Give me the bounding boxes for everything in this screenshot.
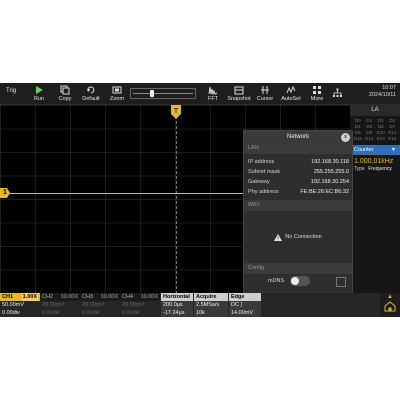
snapshot-icon bbox=[234, 86, 244, 95]
config-section-header: Config bbox=[244, 263, 352, 274]
toolbar: Trig Run Copy Default Zoom FFT Snapshot bbox=[0, 83, 400, 105]
la-channel-7[interactable]: D7 bbox=[387, 124, 399, 129]
zoom-icon bbox=[112, 86, 122, 94]
memory-timeline[interactable] bbox=[130, 88, 196, 99]
close-icon[interactable]: × bbox=[341, 132, 350, 142]
sample-rate: 2.5MSa/s bbox=[196, 302, 220, 308]
counter-value: 1.000,01kHz bbox=[354, 158, 394, 165]
trigger-marker-label: T bbox=[174, 108, 179, 115]
mask-value: 255.255.255.0 bbox=[313, 169, 349, 175]
la-channel-9[interactable]: D9 bbox=[364, 130, 376, 135]
acquire-box[interactable]: Acquire 2.5MSa/s 10k bbox=[194, 293, 228, 317]
la-channel-3[interactable]: D3 bbox=[387, 118, 399, 123]
clock-date: 2024/10/11 bbox=[368, 92, 396, 98]
cursor-button[interactable]: Cursor bbox=[252, 83, 278, 104]
trigger-position-line bbox=[176, 106, 177, 294]
trigger-position-marker[interactable]: T bbox=[171, 105, 181, 119]
mdns-toggle[interactable] bbox=[290, 276, 310, 286]
copy-button[interactable]: Copy bbox=[52, 83, 78, 104]
ch3-box[interactable]: CH3 10.00X 20.00mV 0.00div bbox=[80, 293, 120, 317]
network-icon[interactable] bbox=[332, 88, 343, 98]
fft-button[interactable]: FFT bbox=[200, 83, 226, 104]
copy-icon bbox=[60, 85, 70, 95]
autoset-icon bbox=[286, 85, 296, 94]
trigger-level: 14.00mV bbox=[231, 310, 254, 316]
ip-row: IP address 192.168.30.118 bbox=[248, 159, 349, 165]
ch2-box[interactable]: CH2 10.00X 20.00mV 0.00div bbox=[40, 293, 80, 317]
fft-icon bbox=[208, 86, 218, 95]
run-button[interactable]: Run bbox=[26, 83, 52, 104]
la-channel-8[interactable]: D8 bbox=[352, 130, 364, 135]
snapshot-button[interactable]: Snapshot bbox=[226, 83, 252, 104]
horizontal-offset: -17.24µs bbox=[163, 310, 185, 316]
timebase-value: 200.0µs bbox=[163, 302, 183, 308]
ch1-scale: 50.00mV bbox=[2, 302, 25, 308]
home-button[interactable]: ▲ bbox=[380, 293, 400, 317]
oscilloscope-screen: Trig Run Copy Default Zoom FFT Snapshot bbox=[0, 83, 400, 317]
autoset-button[interactable]: AutoSet bbox=[278, 83, 304, 104]
edge-trigger-box[interactable]: Edge DC ∫ 14.00mV bbox=[229, 293, 261, 317]
lan-section-header: LAN bbox=[244, 143, 352, 154]
toggle-thumb bbox=[291, 277, 299, 285]
warning-icon bbox=[274, 233, 283, 241]
trigger-coupling: DC ∫ bbox=[231, 302, 242, 308]
la-channel-11[interactable]: D11 bbox=[387, 130, 399, 135]
reset-icon bbox=[87, 86, 95, 94]
la-channel-14[interactable]: D14 bbox=[375, 136, 387, 141]
dialog-title: Network × bbox=[244, 131, 352, 143]
wifi-status: No Connection bbox=[244, 211, 352, 263]
trig-label[interactable]: Trig bbox=[6, 88, 16, 94]
grid-menu-icon bbox=[313, 86, 321, 94]
wifi-section-header: WiFi bbox=[244, 200, 352, 211]
play-icon bbox=[36, 86, 43, 94]
home-icon bbox=[384, 301, 396, 312]
mask-row: Subnet mask 255.255.255.0 bbox=[248, 169, 349, 175]
la-channel-1[interactable]: D1 bbox=[364, 118, 376, 123]
clock: 10:07 2024/10/11 bbox=[369, 85, 396, 99]
ch1-offset: 0.00div bbox=[2, 310, 20, 316]
la-channel-13[interactable]: D13 bbox=[364, 136, 376, 141]
phy-value: FE:BE:26:EC:B6:32 bbox=[300, 189, 349, 195]
ch1-box[interactable]: CH1 1.00X 50.00mV 0.00div bbox=[0, 293, 40, 317]
chevron-down-icon: ▼ bbox=[391, 147, 396, 153]
memory-depth: 10k bbox=[196, 310, 205, 316]
ch4-box[interactable]: CH4 10.00X 20.00mV 0.00div bbox=[120, 293, 160, 317]
right-panel: LA D0 D1 D2 D3 D4 D5 D6 D7 D8 D9 D10 D11 D12 D13 D14 D1… bbox=[350, 105, 400, 293]
mdns-row: mDNS bbox=[244, 274, 352, 289]
network-dialog: Network × LAN IP address 192.168.30.118 … bbox=[243, 130, 353, 294]
apply-icon[interactable] bbox=[336, 277, 346, 287]
la-channel-10[interactable]: D10 bbox=[375, 130, 387, 135]
cursor-icon bbox=[261, 86, 269, 94]
horizontal-box[interactable]: Horizontal 200.0µs -17.24µs bbox=[161, 293, 193, 317]
la-channel-grid[interactable]: D0 D1 D2 D3 D4 D5 D6 D7 D8 D9 D10 D11 D12 D13 D14 D15 bbox=[350, 116, 400, 143]
la-channel-0[interactable]: D0 bbox=[352, 118, 364, 123]
timeline-track bbox=[133, 93, 193, 94]
ip-value: 192.168.30.118 bbox=[311, 159, 349, 165]
la-channel-15[interactable]: D15 bbox=[387, 136, 399, 141]
chevron-up-icon: ▲ bbox=[387, 294, 393, 300]
counter-type: Type Frequency bbox=[354, 166, 392, 172]
counter-dropdown[interactable]: Counter ▼ bbox=[350, 145, 400, 155]
more-button[interactable]: More bbox=[304, 83, 330, 104]
status-bar: CH1 1.00X 50.00mV 0.00div CH2 10.00X 20.00… bbox=[0, 293, 400, 317]
timeline-knob[interactable] bbox=[150, 90, 154, 97]
gateway-value: 192.168.30.254 bbox=[310, 179, 349, 185]
phy-row: Phy address FE:BE:26:EC:B6:32 bbox=[248, 189, 349, 195]
la-channel-12[interactable]: D12 bbox=[352, 136, 364, 141]
la-title[interactable]: LA bbox=[350, 105, 400, 116]
default-button[interactable]: Default bbox=[78, 83, 104, 104]
clock-time: 10:07 bbox=[382, 85, 396, 91]
la-channel-2[interactable]: D2 bbox=[375, 118, 387, 123]
la-channel-4[interactable]: D4 bbox=[352, 124, 364, 129]
gateway-row: Gateway 192.168.30.254 bbox=[248, 179, 349, 185]
la-channel-6[interactable]: D6 bbox=[375, 124, 387, 129]
la-channel-5[interactable]: D5 bbox=[364, 124, 376, 129]
zoom-button[interactable]: Zoom bbox=[104, 83, 130, 104]
